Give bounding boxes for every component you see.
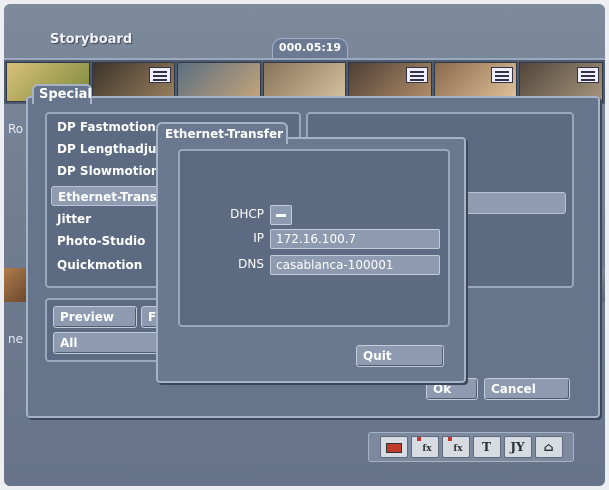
dhcp-toggle[interactable] bbox=[270, 205, 292, 225]
quit-button[interactable]: Quit bbox=[356, 345, 444, 367]
record-icon[interactable] bbox=[379, 436, 408, 458]
ethernet-transfer-dialog: DHCP IP 172.16.100.7 DNS casablanca-1000… bbox=[156, 137, 466, 383]
dns-label: DNS bbox=[238, 257, 264, 271]
transition-icon bbox=[577, 67, 600, 83]
transition-icon bbox=[405, 67, 428, 83]
ethernet-settings-panel: DHCP IP 172.16.100.7 DNS casablanca-1000… bbox=[178, 149, 450, 327]
special-title: Special bbox=[32, 84, 92, 104]
list-item[interactable]: DP Fastmotion bbox=[57, 120, 156, 134]
ethernet-transfer-title: Ethernet-Transfer bbox=[156, 122, 288, 144]
dns-field[interactable]: casablanca-100001 bbox=[270, 255, 440, 275]
clip-thumbnail[interactable] bbox=[4, 268, 26, 302]
home-icon[interactable]: ⌂ bbox=[534, 436, 563, 458]
ip-label: IP bbox=[253, 231, 264, 245]
fx-icon[interactable]: fx bbox=[410, 436, 439, 458]
screen: Storyboard 000.05:19 Ro ne 73 DP Fastmot… bbox=[4, 4, 605, 486]
timecode-display: 000.05:19 bbox=[272, 38, 348, 58]
list-item[interactable]: DP Slowmotion bbox=[57, 164, 159, 178]
list-item[interactable]: Quickmotion bbox=[57, 258, 142, 272]
transition-icon bbox=[149, 67, 172, 83]
background-label: Ro bbox=[8, 122, 24, 136]
list-item[interactable]: Photo-Studio bbox=[57, 234, 145, 248]
bottom-toolbar: fx fx T JY ⌂ bbox=[368, 432, 574, 462]
tools-icon[interactable]: JY bbox=[503, 436, 532, 458]
transition-icon bbox=[491, 67, 514, 83]
fx-icon[interactable]: fx bbox=[441, 436, 470, 458]
storyboard-title: Storyboard bbox=[50, 32, 133, 47]
list-item[interactable]: Jitter bbox=[57, 212, 91, 226]
list-item[interactable]: DP Lengthadjus bbox=[57, 142, 164, 156]
ip-field[interactable]: 172.16.100.7 bbox=[270, 229, 440, 249]
preview-button[interactable]: Preview bbox=[53, 306, 137, 328]
cancel-button[interactable]: Cancel bbox=[484, 378, 570, 400]
text-icon[interactable]: T bbox=[472, 436, 501, 458]
background-label: ne bbox=[8, 332, 23, 346]
dhcp-label: DHCP bbox=[230, 207, 264, 221]
